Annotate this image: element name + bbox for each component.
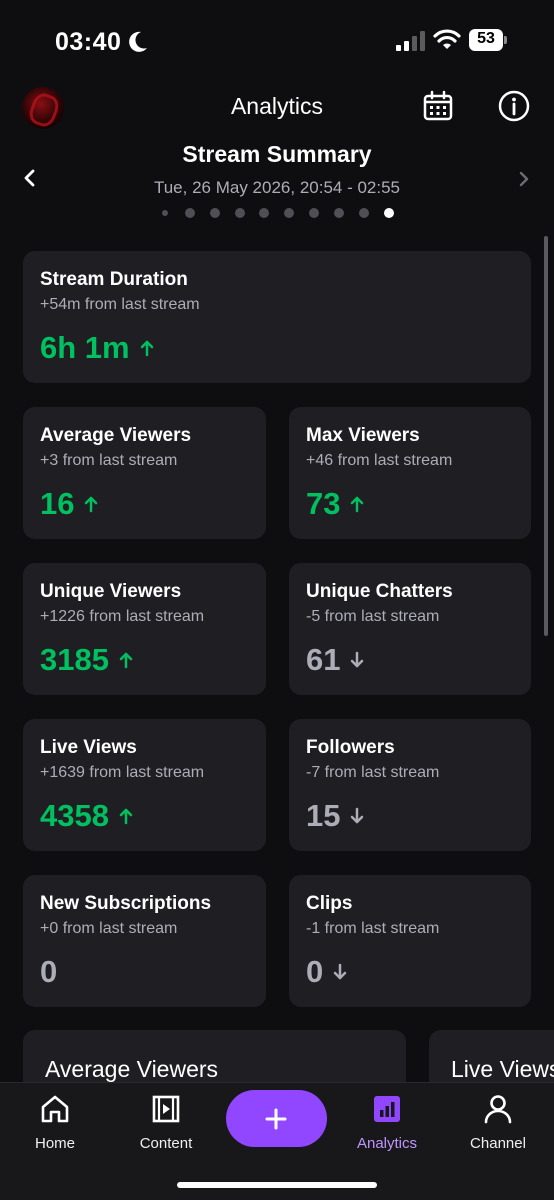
analytics-icon	[374, 1096, 400, 1122]
page-indicator[interactable]	[160, 206, 400, 220]
live-views-chart-card[interactable]: Live Views	[429, 1030, 554, 1090]
cellular-signal-icon	[396, 31, 425, 51]
battery-percent: 53	[477, 30, 495, 47]
card-comparison: +3 from last stream	[40, 452, 178, 469]
card-title: Max Viewers	[306, 425, 420, 446]
page-dot[interactable]	[334, 208, 344, 218]
arrow-up-icon	[351, 496, 364, 513]
card-comparison: +1226 from last stream	[40, 608, 205, 625]
unique-chatters-card[interactable]: Unique Chatters -5 from last stream 61	[289, 563, 531, 695]
arrow-up-icon	[140, 340, 153, 357]
page-dot[interactable]	[210, 208, 220, 218]
live-views-card[interactable]: Live Views +1639 from last stream 4358	[23, 719, 266, 851]
tab-analytics[interactable]: Analytics	[337, 1093, 437, 1152]
new-subscriptions-card[interactable]: New Subscriptions +0 from last stream 0	[23, 875, 266, 1007]
card-comparison: -7 from last stream	[306, 764, 440, 781]
card-value: 3185	[40, 642, 133, 678]
card-value: 4358	[40, 798, 133, 834]
card-title: Average Viewers	[40, 425, 192, 446]
info-icon[interactable]	[498, 90, 530, 122]
tab-channel[interactable]: Channel	[448, 1093, 548, 1152]
clips-card[interactable]: Clips -1 from last stream 0	[289, 875, 531, 1007]
tab-home[interactable]: Home	[5, 1093, 105, 1152]
calendar-icon[interactable]	[422, 90, 454, 122]
card-comparison: +0 from last stream	[40, 920, 178, 937]
person-icon	[484, 1095, 512, 1124]
tab-label: Home	[34, 1135, 75, 1152]
page-dot[interactable]	[309, 208, 319, 218]
create-button[interactable]	[226, 1090, 327, 1147]
card-title: Clips	[306, 893, 353, 914]
tab-content[interactable]: Content	[116, 1093, 216, 1152]
unique-viewers-card[interactable]: Unique Viewers +1226 from last stream 31…	[23, 563, 266, 695]
page-dot[interactable]	[284, 208, 294, 218]
card-title: Unique Viewers	[40, 581, 182, 602]
plus-icon	[265, 1108, 287, 1130]
followers-card[interactable]: Followers -7 from last stream 15	[289, 719, 531, 851]
page-dot[interactable]	[359, 208, 369, 218]
max-viewers-card[interactable]: Max Viewers +46 from last stream 73	[289, 407, 531, 539]
home-icon	[41, 1095, 69, 1123]
card-value: 61	[306, 642, 364, 678]
arrow-up-icon	[119, 652, 133, 669]
card-value: 0	[40, 954, 58, 989]
page-dot-active[interactable]	[384, 208, 394, 218]
card-comparison: +46 from last stream	[306, 452, 453, 469]
summary-date-range: Tue, 26 May 2026, 20:54 - 02:55	[153, 178, 401, 197]
card-comparison: -1 from last stream	[306, 920, 440, 937]
arrow-down-icon	[334, 963, 347, 980]
stream-duration-card[interactable]: Stream Duration +54m from last stream 6h…	[23, 251, 531, 383]
average-viewers-card[interactable]: Average Viewers +3 from last stream 16	[23, 407, 266, 539]
arrow-down-icon	[351, 651, 364, 668]
tab-label: Analytics	[356, 1135, 418, 1152]
card-value: 15	[306, 798, 364, 834]
page-dot[interactable]	[162, 210, 168, 216]
card-title: New Subscriptions	[40, 893, 212, 914]
page-dot[interactable]	[185, 208, 195, 218]
status-time: 03:40	[55, 28, 122, 56]
home-indicator	[177, 1182, 377, 1188]
arrow-down-icon	[351, 807, 364, 824]
card-value: 0	[306, 954, 347, 990]
arrow-up-icon	[119, 808, 133, 825]
battery-indicator: 53	[469, 29, 507, 51]
card-value: 73	[306, 486, 364, 522]
card-value: 16	[40, 486, 98, 522]
card-comparison: -5 from last stream	[306, 608, 440, 625]
wifi-icon	[433, 29, 461, 49]
card-title: Stream Duration	[40, 269, 188, 290]
chart-title: Average Viewers	[45, 1056, 219, 1082]
arrow-up-icon	[85, 496, 98, 513]
tab-label: Content	[139, 1135, 193, 1152]
card-title: Live Views	[40, 737, 137, 758]
analytics-screen: 03:40 53 Analytics Stream Summary Tue, 2…	[0, 0, 554, 1200]
card-comparison: +54m from last stream	[40, 296, 200, 313]
card-title: Unique Chatters	[306, 581, 453, 602]
page-dot[interactable]	[259, 208, 269, 218]
card-comparison: +1639 from last stream	[40, 764, 205, 781]
scrollbar[interactable]	[544, 236, 548, 636]
chevron-right-icon[interactable]	[516, 169, 532, 189]
card-value: 6h 1m	[40, 330, 154, 366]
page-dot[interactable]	[235, 208, 245, 218]
summary-title: Stream Summary	[182, 141, 372, 167]
status-bar: 03:40 53	[0, 0, 554, 84]
video-content-icon	[152, 1095, 180, 1123]
chart-title: Live Views	[451, 1056, 554, 1082]
average-viewers-chart-card[interactable]: Average Viewers	[23, 1030, 406, 1090]
card-title: Followers	[306, 737, 395, 758]
tab-label: Channel	[470, 1135, 526, 1152]
page-title: Analytics	[230, 93, 324, 119]
moon-icon	[129, 31, 147, 52]
